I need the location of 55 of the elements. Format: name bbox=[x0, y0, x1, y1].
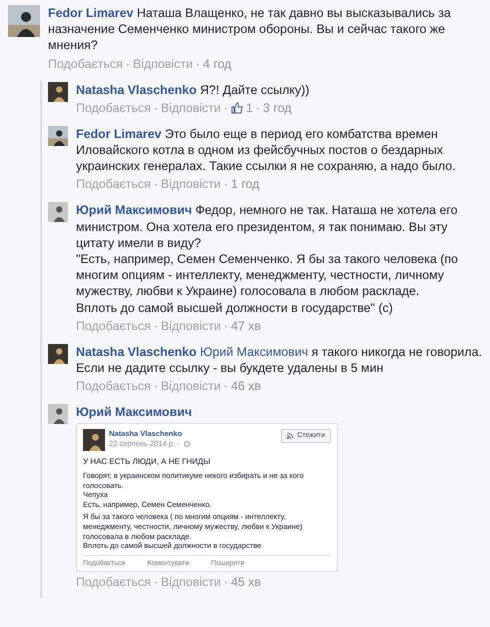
like-link[interactable]: Подобається bbox=[76, 318, 151, 334]
comment-text: Natasha Vlaschenko Юрий Максимович я такого никогда не говорила. Если не дадите ссылку - вы букдете удалены в 5 мин bbox=[76, 344, 482, 376]
comment-time: 47 хв bbox=[230, 318, 261, 334]
reply-link[interactable]: Відповісти bbox=[160, 379, 221, 394]
author-link[interactable]: Natasha Vlaschenko bbox=[76, 82, 197, 97]
author-link[interactable]: Юрий Максимович bbox=[76, 405, 192, 420]
like-link[interactable]: Подобається bbox=[48, 56, 123, 72]
separator-dot: · bbox=[154, 177, 158, 192]
rss-icon bbox=[287, 433, 294, 440]
avatar[interactable] bbox=[48, 126, 68, 146]
reply-link[interactable]: Відповісти bbox=[160, 318, 221, 334]
reply-link[interactable]: Відповісти bbox=[160, 100, 221, 116]
author-link[interactable]: Fedor Limarev bbox=[76, 126, 162, 141]
reply-link[interactable]: Відповісти bbox=[160, 177, 221, 192]
thumbs-up-icon bbox=[230, 102, 243, 114]
post-title: У НАС ЕСТЬ ЛЮДИ, А НЕ ГНИДЫ bbox=[83, 457, 212, 468]
separator-dot: · bbox=[224, 379, 228, 394]
like-count[interactable]: 1 bbox=[246, 100, 253, 116]
avatar[interactable] bbox=[83, 429, 105, 452]
comment-time: 46 хв bbox=[230, 379, 261, 394]
avatar[interactable] bbox=[48, 344, 68, 364]
separator-dot: · bbox=[126, 56, 130, 72]
comment-text: Natasha Vlaschenko Я?! Дайте ссылку)) bbox=[76, 82, 310, 98]
comment-time: 4 год bbox=[202, 56, 232, 72]
globe-icon bbox=[184, 440, 190, 447]
author-link[interactable]: Fedor Limarev bbox=[48, 6, 134, 20]
separator-dot: · bbox=[196, 56, 200, 72]
like-link[interactable]: Подобається bbox=[76, 100, 151, 116]
comment-time: 45 хв bbox=[230, 575, 261, 590]
separator-dot: · bbox=[154, 318, 158, 334]
separator-dot: · bbox=[256, 100, 260, 116]
separator-dot: · bbox=[154, 575, 158, 590]
comment-text: Fedor Limarev Наташа Влащенко, не так давно вы высказывались за назначение Семенченко министром обороны. Вы и сейчас такого же мнения? bbox=[48, 5, 452, 54]
reply-link[interactable]: Відповісти bbox=[160, 575, 221, 590]
separator-dot: · bbox=[154, 379, 158, 394]
mention-link[interactable]: Юрий Максимович bbox=[200, 344, 308, 359]
separator-dot: · bbox=[154, 100, 158, 116]
separator-dot: · bbox=[224, 575, 228, 590]
reply-link[interactable]: Відповісти bbox=[132, 56, 193, 72]
separator-dot: · bbox=[224, 100, 228, 116]
avatar[interactable] bbox=[8, 5, 40, 37]
like-link[interactable]: Подобається bbox=[76, 575, 151, 590]
separator-dot: · bbox=[224, 318, 228, 334]
separator-dot: · bbox=[224, 177, 228, 192]
avatar[interactable] bbox=[48, 404, 68, 424]
like-link[interactable]: Подобається bbox=[76, 379, 151, 394]
like-link[interactable]: Подобається bbox=[76, 177, 151, 192]
comment-time: 1 год bbox=[230, 177, 260, 192]
comment-text: Юрий Максимович Федор, немного не так. Наташа не хотела его министром. Она хотела его президентом, я так понимаю. Вы эту цитату имели в виду? "Есть, например, Семен Семенченко. Я бы за такого человека (по многим опциям - интеллекту, менеджменту, честности, личному мужеству, любви к Украине) голосовала в любом раскладе. Вплоть до самой высшей должности в государстве" (с) bbox=[76, 202, 459, 316]
author-link[interactable]: Natasha Vlaschenko bbox=[76, 344, 197, 359]
comment-text: Fedor Limarev Это было еще в период его комбатства времен Иловайского котла в одном из фейсбучных постов о бездарных украинских генералах. Такие ссылки я не сохраняю, а надо было. bbox=[76, 126, 457, 174]
author-link[interactable]: Юрий Максимович bbox=[76, 203, 192, 218]
avatar[interactable] bbox=[48, 202, 68, 222]
avatar[interactable] bbox=[48, 82, 68, 102]
comment-time: 3 год bbox=[263, 100, 292, 116]
